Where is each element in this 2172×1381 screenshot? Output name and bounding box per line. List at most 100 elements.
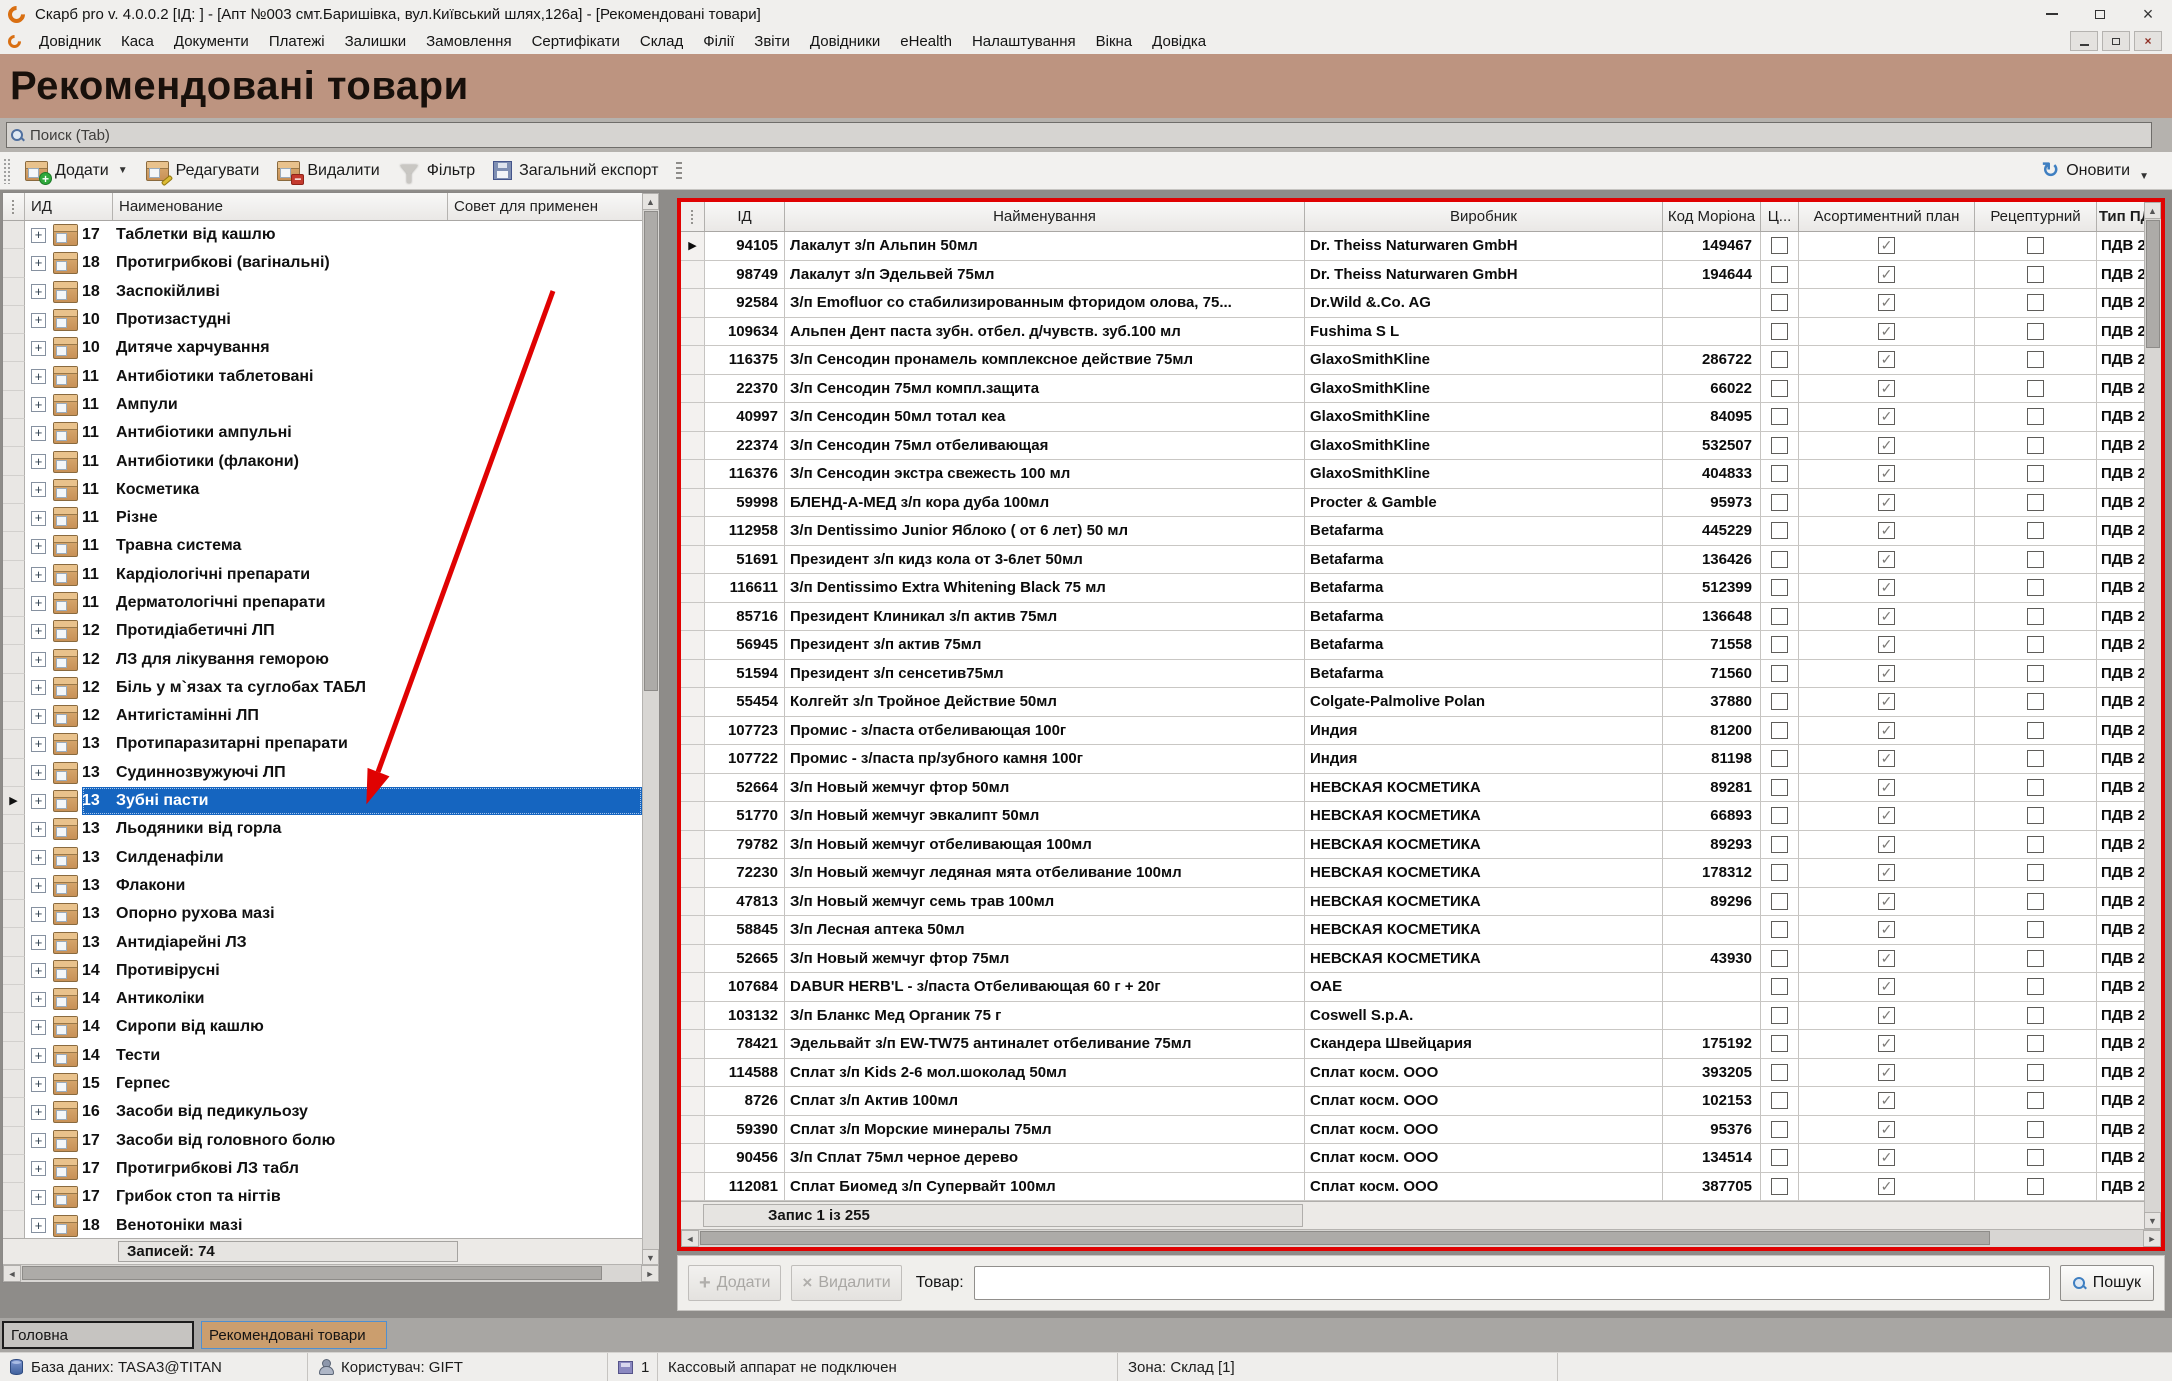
mdi-minimize-button[interactable] — [2070, 31, 2098, 51]
table-row[interactable]: 59390 Сплат з/п Морские минералы 75мл Сп… — [681, 1116, 2161, 1145]
checkbox-assortment-plan[interactable] — [1878, 266, 1895, 283]
checkbox-prescription[interactable] — [2027, 351, 2044, 368]
expand-icon[interactable] — [31, 992, 46, 1007]
column-morion-code[interactable]: Код Моріона — [1663, 202, 1761, 231]
checkbox-prescription[interactable] — [2027, 266, 2044, 283]
checkbox-c[interactable] — [1771, 1064, 1788, 1081]
scroll-thumb[interactable] — [22, 1266, 602, 1280]
table-row[interactable]: 85716 Президент Клиникал з/п актив 75мл … — [681, 603, 2161, 632]
checkbox-assortment-plan[interactable] — [1878, 1064, 1895, 1081]
checkbox-prescription[interactable] — [2027, 1092, 2044, 1109]
checkbox-c[interactable] — [1771, 294, 1788, 311]
search-input[interactable]: Поиск (Tab) — [6, 122, 2152, 148]
checkbox-prescription[interactable] — [2027, 978, 2044, 995]
checkbox-assortment-plan[interactable] — [1878, 1149, 1895, 1166]
checkbox-prescription[interactable] — [2027, 465, 2044, 482]
checkbox-c[interactable] — [1771, 1121, 1788, 1138]
table-row[interactable]: 107723 Промис - з/паста отбеливающая 100… — [681, 717, 2161, 746]
checkbox-assortment-plan[interactable] — [1878, 693, 1895, 710]
checkbox-c[interactable] — [1771, 750, 1788, 767]
column-c[interactable]: Ц... — [1761, 202, 1799, 231]
table-row[interactable]: 90456 З/п Сплат 75мл черное дерево Сплат… — [681, 1144, 2161, 1173]
table-row[interactable]: 79782 З/п Новый жемчуг отбеливающая 100м… — [681, 831, 2161, 860]
checkbox-c[interactable] — [1771, 893, 1788, 910]
expand-icon[interactable] — [31, 1218, 46, 1233]
checkbox-prescription[interactable] — [2027, 722, 2044, 739]
checkbox-c[interactable] — [1771, 978, 1788, 995]
tree-row[interactable]: 18 Протигрибкові (вагінальні) — [3, 249, 642, 277]
tree-row[interactable]: 13 Протипаразитарні препарати — [3, 730, 642, 758]
menu-item[interactable]: Каса — [111, 33, 164, 50]
tree-row[interactable]: 13 Антидіарейні ЛЗ — [3, 928, 642, 956]
expand-icon[interactable] — [31, 822, 46, 837]
checkbox-c[interactable] — [1771, 266, 1788, 283]
table-row[interactable]: 51770 З/п Новый жемчуг эвкалипт 50мл НЕВ… — [681, 802, 2161, 831]
checkbox-prescription[interactable] — [2027, 950, 2044, 967]
tree-row[interactable]: 13 Флакони — [3, 872, 642, 900]
checkbox-prescription[interactable] — [2027, 1007, 2044, 1024]
tree-horizontal-scrollbar[interactable]: ◄ ► — [3, 1264, 659, 1282]
tree-row[interactable]: 17 Таблетки від кашлю — [3, 221, 642, 249]
table-row[interactable]: 47813 З/п Новый жемчуг семь трав 100мл Н… — [681, 888, 2161, 917]
table-row[interactable]: 40997 З/п Сенсодин 50мл тотал кеа GlaxoS… — [681, 403, 2161, 432]
product-input[interactable] — [974, 1266, 2050, 1300]
table-row[interactable]: 112081 Сплат Биомед з/п Супервайт 100мл … — [681, 1173, 2161, 1202]
checkbox-prescription[interactable] — [2027, 494, 2044, 511]
checkbox-assortment-plan[interactable] — [1878, 950, 1895, 967]
tree-row[interactable]: 12 Антигістамінні ЛП — [3, 702, 642, 730]
checkbox-prescription[interactable] — [2027, 437, 2044, 454]
checkbox-assortment-plan[interactable] — [1878, 323, 1895, 340]
checkbox-c[interactable] — [1771, 921, 1788, 938]
checkbox-c[interactable] — [1771, 807, 1788, 824]
scroll-thumb[interactable] — [644, 211, 658, 691]
checkbox-prescription[interactable] — [2027, 323, 2044, 340]
tree-row[interactable]: 14 Противірусні — [3, 957, 642, 985]
checkbox-assortment-plan[interactable] — [1878, 636, 1895, 653]
tree-row[interactable]: ▶ 13 Зубні пасти — [3, 787, 642, 815]
tree-row[interactable]: 11 Кардіологічні препарати — [3, 561, 642, 589]
table-row[interactable]: 58845 З/п Лесная аптека 50мл НЕВСКАЯ КОС… — [681, 916, 2161, 945]
menu-item[interactable]: eHealth — [890, 33, 962, 50]
checkbox-assortment-plan[interactable] — [1878, 1178, 1895, 1195]
tab-recommended-products[interactable]: Рекомендовані товари — [201, 1321, 387, 1349]
tree-row[interactable]: 10 Протизастудні — [3, 306, 642, 334]
menu-item[interactable]: Документи — [164, 33, 259, 50]
tree-row[interactable]: 13 Опорно рухова мазі — [3, 900, 642, 928]
tree-row[interactable]: 17 Засоби від головного болю — [3, 1127, 642, 1155]
scroll-right-button[interactable]: ► — [2143, 1230, 2161, 1247]
checkbox-assortment-plan[interactable] — [1878, 722, 1895, 739]
tree-row[interactable]: 11 Дерматологічні препарати — [3, 589, 642, 617]
tab-home[interactable]: Головна — [2, 1321, 194, 1349]
checkbox-c[interactable] — [1771, 722, 1788, 739]
checkbox-prescription[interactable] — [2027, 750, 2044, 767]
expand-icon[interactable] — [31, 284, 46, 299]
expand-icon[interactable] — [31, 794, 46, 809]
checkbox-assortment-plan[interactable] — [1878, 579, 1895, 596]
table-row[interactable]: 107684 DABUR HERB'L - з/паста Отбеливающ… — [681, 973, 2161, 1002]
checkbox-prescription[interactable] — [2027, 665, 2044, 682]
tree-column-advice[interactable]: Совет для применен — [448, 193, 659, 220]
expand-icon[interactable] — [31, 737, 46, 752]
table-row[interactable]: 51594 Президент з/п сенсетив75мл Betafar… — [681, 660, 2161, 689]
menu-item[interactable]: Залишки — [335, 33, 417, 50]
detail-delete-button[interactable]: × Видалити — [791, 1265, 901, 1301]
table-row[interactable]: 116375 З/п Сенсодин пронамель комплексно… — [681, 346, 2161, 375]
table-row[interactable]: 56945 Президент з/п актив 75мл Betafarma… — [681, 631, 2161, 660]
checkbox-c[interactable] — [1771, 522, 1788, 539]
tree-row[interactable]: 14 Сиропи від кашлю — [3, 1013, 642, 1041]
expand-icon[interactable] — [31, 482, 46, 497]
expand-icon[interactable] — [31, 935, 46, 950]
checkbox-c[interactable] — [1771, 1035, 1788, 1052]
expand-icon[interactable] — [31, 709, 46, 724]
tree-row[interactable]: 12 ЛЗ для лікування геморою — [3, 645, 642, 673]
checkbox-prescription[interactable] — [2027, 1035, 2044, 1052]
tree-row[interactable]: 11 Антибіотики ампульні — [3, 419, 642, 447]
checkbox-prescription[interactable] — [2027, 636, 2044, 653]
menu-item[interactable]: Сертифікати — [522, 33, 630, 50]
checkbox-assortment-plan[interactable] — [1878, 522, 1895, 539]
checkbox-assortment-plan[interactable] — [1878, 551, 1895, 568]
expand-icon[interactable] — [31, 397, 46, 412]
checkbox-c[interactable] — [1771, 1092, 1788, 1109]
table-horizontal-scrollbar[interactable]: ◄ ► — [681, 1229, 2161, 1247]
column-prescription[interactable]: Рецептурний — [1975, 202, 2097, 231]
